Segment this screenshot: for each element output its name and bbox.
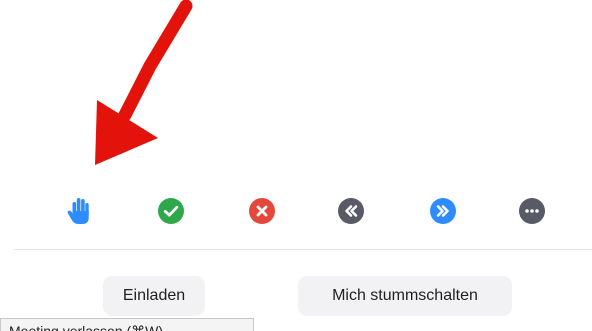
invite-button[interactable]: Einladen	[103, 276, 205, 316]
leave-meeting-tooltip: Meeting verlassen (⌘W)	[0, 318, 254, 331]
mute-me-button[interactable]: Mich stummschalten	[298, 276, 512, 316]
nonverbal-feedback-bar	[0, 193, 592, 229]
more-icon	[518, 197, 546, 225]
more-reactions-button[interactable]	[514, 193, 550, 229]
raise-hand-icon	[67, 196, 93, 226]
yes-button[interactable]	[153, 193, 189, 229]
annotation-arrow	[95, 0, 193, 165]
participants-panel: Einladen Mich stummschalten Meeting verl…	[0, 0, 592, 331]
go-faster-icon	[429, 197, 457, 225]
divider	[14, 249, 592, 250]
go-faster-button[interactable]	[425, 193, 461, 229]
go-slower-button[interactable]	[333, 193, 369, 229]
yes-checkmark-icon	[157, 197, 185, 225]
raise-hand-button[interactable]	[62, 193, 98, 229]
no-button[interactable]	[244, 193, 280, 229]
no-x-icon	[248, 197, 276, 225]
go-slower-icon	[337, 197, 365, 225]
